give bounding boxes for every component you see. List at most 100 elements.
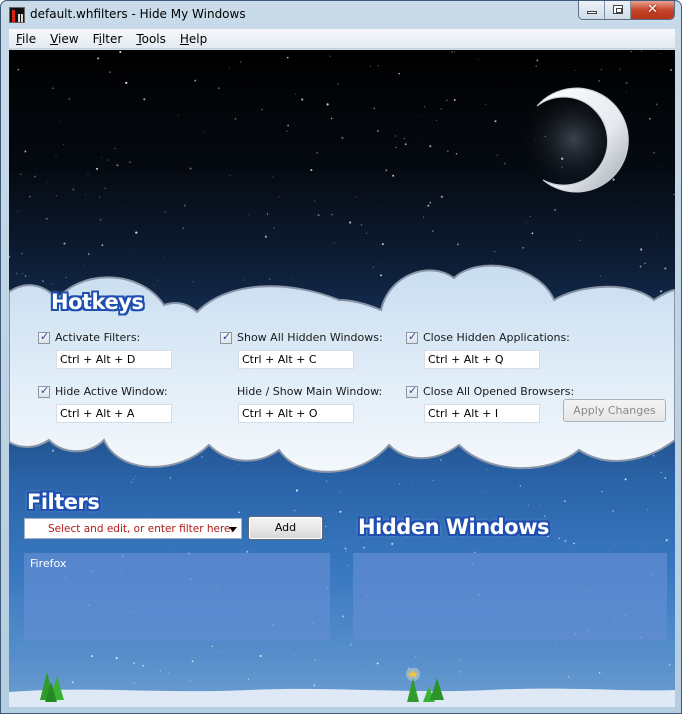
star-dot — [342, 615, 345, 618]
star-dot — [143, 98, 146, 101]
star-dot — [46, 217, 48, 220]
star-dot — [259, 655, 262, 657]
star-dot — [656, 237, 657, 239]
maximize-icon — [613, 5, 623, 14]
star-dot — [330, 117, 333, 120]
star-dot — [248, 214, 250, 216]
star-dot — [421, 143, 422, 145]
close-hidden-applications-checkbox[interactable] — [406, 330, 418, 344]
star-dot — [104, 187, 106, 190]
star-dot — [436, 120, 437, 121]
close-button[interactable]: ✕ — [631, 1, 674, 19]
star-dot — [294, 93, 296, 95]
filter-combobox-placeholder: Select and edit, or enter filter here. — [48, 523, 234, 535]
star-dot — [641, 50, 643, 52]
star-dot — [640, 248, 643, 251]
menu-filter[interactable]: Filter — [86, 29, 130, 49]
star-dot — [531, 232, 534, 235]
menu-tools[interactable]: Tools — [129, 29, 173, 49]
close-all-opened-browsers-label: Close All Opened Browsers: — [423, 385, 575, 398]
star-dot — [563, 500, 566, 503]
app-icon[interactable] — [9, 7, 25, 23]
star-dot — [668, 664, 671, 666]
maximize-button[interactable] — [605, 1, 631, 19]
star-dot — [477, 59, 479, 61]
menu-view[interactable]: View — [43, 29, 85, 49]
show-all-hidden-windows-hotkey-input[interactable] — [238, 350, 354, 369]
star-dot — [337, 83, 339, 85]
title-bar[interactable]: default.whfilters - Hide My Windows ✕ — [1, 1, 681, 29]
menu-file[interactable]: File — [9, 29, 43, 49]
star-dot — [85, 194, 86, 196]
star-dot — [310, 169, 313, 172]
star-dot — [427, 204, 430, 207]
close-hidden-applications-hotkey-input[interactable] — [424, 350, 540, 369]
star-dot — [377, 130, 379, 132]
star-dot — [528, 504, 529, 506]
star-dot — [266, 213, 269, 215]
star-dot — [456, 243, 459, 246]
star-dot — [349, 221, 352, 224]
star-dot — [183, 666, 184, 668]
star-dot — [101, 157, 103, 158]
star-dot — [325, 525, 327, 527]
show-all-hidden-windows-checkbox[interactable] — [220, 330, 232, 344]
star-dot — [440, 195, 444, 198]
add-filter-button[interactable]: Add — [248, 516, 323, 540]
apply-changes-button[interactable]: Apply Changes — [563, 399, 666, 422]
star-dot — [440, 108, 443, 110]
star-dot — [314, 200, 316, 202]
close-all-opened-browsers-hotkey-input[interactable] — [424, 404, 540, 423]
star-dot — [130, 481, 133, 483]
filter-list-item[interactable]: Firefox — [30, 557, 66, 570]
star-dot — [360, 669, 362, 670]
star-dot — [344, 547, 347, 550]
star-dot — [334, 242, 335, 244]
star-dot — [33, 175, 37, 178]
star-dot — [363, 546, 365, 549]
star-dot — [234, 117, 237, 120]
activate-filters-hotkey-input[interactable] — [56, 350, 172, 369]
star-dot — [612, 510, 614, 512]
star-dot — [451, 51, 453, 53]
activate-filters-label: Activate Filters: — [55, 331, 141, 344]
hide-active-window-hotkey-input[interactable] — [56, 404, 172, 423]
star-dot — [614, 544, 615, 546]
close-all-opened-browsers-checkbox[interactable] — [406, 384, 418, 398]
star-dot — [558, 537, 560, 540]
show-all-hidden-windows-label: Show All Hidden Windows: — [237, 331, 383, 344]
star-dot — [494, 120, 497, 123]
minimize-button[interactable] — [579, 1, 605, 19]
star-dot — [653, 151, 656, 154]
close-hidden-applications-label: Close Hidden Applications: — [423, 331, 570, 344]
menu-help[interactable]: Help — [173, 29, 214, 49]
star-dot — [109, 71, 111, 73]
star-dot — [217, 87, 220, 90]
star-dot — [535, 65, 537, 67]
hide-active-window-checkbox[interactable] — [38, 384, 50, 398]
dropdown-arrow-icon[interactable] — [229, 527, 237, 532]
star-dot — [28, 195, 32, 198]
activate-filters-checkbox[interactable] — [38, 330, 50, 344]
filter-combobox[interactable]: Select and edit, or enter filter here. — [24, 518, 242, 539]
star-dot — [189, 680, 191, 682]
star-dot — [519, 485, 522, 487]
star-dot — [128, 161, 131, 164]
star-dot — [261, 108, 263, 111]
star-dot — [601, 490, 603, 493]
star-dot — [97, 57, 100, 60]
star-dot — [538, 504, 540, 506]
star-dot — [119, 50, 122, 54]
star-dot — [314, 658, 317, 661]
snow-ground — [9, 688, 675, 707]
hide-show-main-window-hotkey-input[interactable] — [238, 404, 354, 423]
star-dot — [228, 67, 230, 69]
star-dot — [229, 175, 231, 177]
filters-list[interactable]: Firefox — [24, 553, 330, 641]
star-dot — [211, 645, 214, 648]
star-dot — [404, 143, 407, 146]
hidden-windows-list[interactable] — [353, 553, 667, 641]
star-dot — [444, 54, 446, 56]
star-dot — [599, 672, 601, 674]
star-dot — [164, 211, 166, 213]
